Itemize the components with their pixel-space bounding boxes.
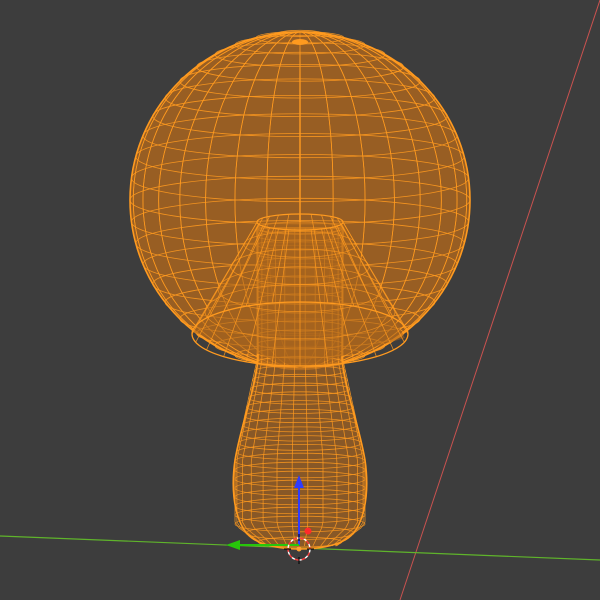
mushroom-mesh[interactable] xyxy=(129,29,471,550)
gizmo-y-arrowhead[interactable] xyxy=(226,540,240,550)
3d-viewport[interactable] xyxy=(0,0,600,600)
viewport-scene[interactable] xyxy=(0,0,600,600)
cap-pole xyxy=(292,39,308,45)
gizmo-x-handle[interactable] xyxy=(304,527,312,535)
